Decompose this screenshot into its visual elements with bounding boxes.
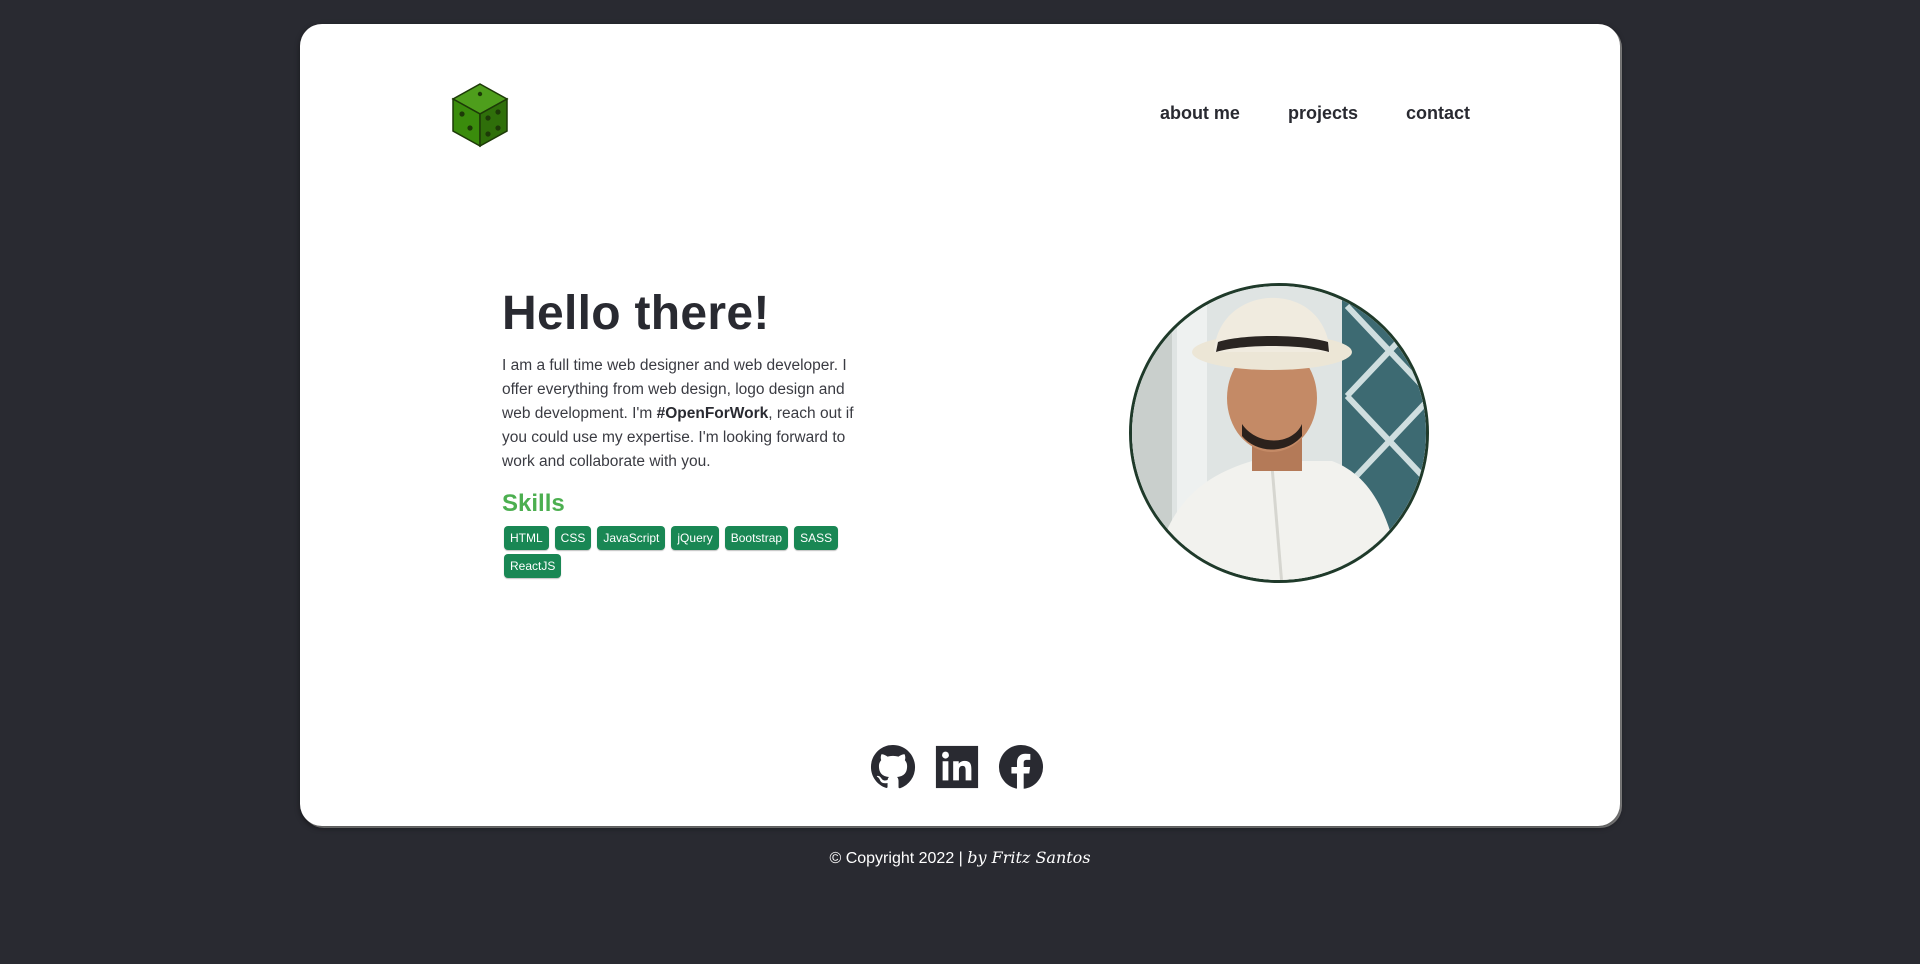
social-links	[870, 744, 1044, 790]
top-nav: about me projects contact	[1160, 103, 1470, 124]
dice-cube-logo[interactable]	[450, 82, 510, 148]
skill-badge: jQuery	[671, 526, 719, 550]
skill-badge: ReactJS	[504, 554, 562, 578]
author-credit: by Fritz Santos	[967, 848, 1091, 867]
main-card: about me projects contact Hello there! I…	[300, 24, 1620, 826]
skill-badge: Bootstrap	[724, 526, 789, 550]
github-icon[interactable]	[870, 744, 916, 790]
hero-intro: I am a full time web designer and web de…	[502, 354, 872, 474]
footer: © Copyright 2022 | by Fritz Santos	[0, 848, 1920, 868]
facebook-icon[interactable]	[998, 744, 1044, 790]
nav-about-me[interactable]: about me	[1160, 103, 1240, 124]
hero-title: Hello there!	[502, 287, 770, 340]
skill-badge: CSS	[554, 526, 592, 550]
skill-badge: JavaScript	[597, 526, 666, 550]
skills-list: HTML CSS JavaScript jQuery Bootstrap SAS…	[502, 526, 844, 578]
profile-photo	[1129, 283, 1429, 583]
portrait-illustration	[1132, 286, 1426, 580]
linkedin-icon[interactable]	[934, 744, 980, 790]
nav-contact[interactable]: contact	[1406, 103, 1470, 124]
hero-section: Hello there! I am a full time web design…	[502, 286, 872, 578]
open-for-work-tag: #OpenForWork	[656, 405, 769, 422]
copyright-text: © Copyright 2022 |	[829, 850, 968, 867]
nav-projects[interactable]: projects	[1288, 103, 1358, 124]
skill-badge: SASS	[794, 526, 839, 550]
skills-title: Skills	[502, 490, 565, 517]
skill-badge: HTML	[504, 526, 549, 550]
